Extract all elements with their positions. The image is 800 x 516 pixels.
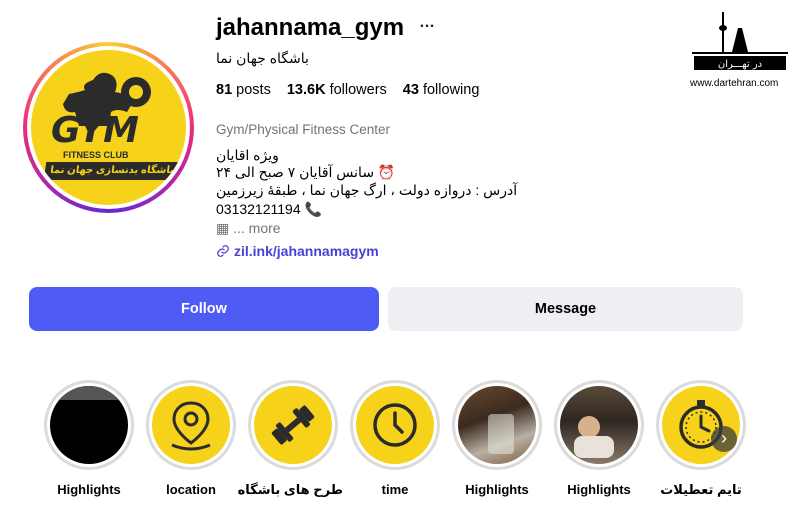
highlight-label: location [166,482,216,497]
watermark-brand: در تهـــران [718,59,762,70]
logo-subtitle: FITNESS CLUB [63,150,129,160]
followers-count: 13.6K [286,82,326,98]
phone-number: 03132121194 [216,201,301,217]
username: jahannama_gym [216,14,405,41]
posts-stat[interactable]: 81 posts [216,82,271,98]
bio-line-2: ⏰ سانس آقایان ۷ صبح الی ۲۴ [216,164,396,180]
highlight-item[interactable]: Highlights [447,380,547,497]
posts-count: 81 [216,82,233,98]
calculator-icon: ▦ [216,220,230,236]
follow-button[interactable]: Follow [29,287,379,331]
full-name: باشگاه جهان نما [216,50,309,66]
following-count: 43 [402,82,419,98]
dartehran-logo: در تهـــران [692,8,788,79]
posts-label: posts [236,82,271,98]
more-link[interactable]: ... more [233,220,280,236]
highlight-cover-image [560,386,638,464]
highlight-item[interactable]: location [141,380,241,497]
highlight-cover-image [458,386,536,464]
highlight-label: Highlights [57,482,121,497]
bio-more[interactable]: ▦ ... more [216,220,281,237]
logo-banner: باشگاه بدنسازی جهان نما [43,162,181,180]
dumbbell-icon [254,386,332,464]
profile-stats: 81 posts 13.6K followers 43 following [216,82,479,98]
highlight-label: تایم تعطیلات [660,482,742,497]
profile-avatar[interactable]: GYM FITNESS CLUB باشگاه بدنسازی جهان نما [23,42,194,213]
followers-stat[interactable]: 13.6K followers [287,82,387,98]
stopwatch-icon [662,386,740,464]
message-button[interactable]: Message [388,287,743,331]
followers-label: followers [329,82,387,98]
phone-icon: 📞 [304,201,322,217]
highlight-label: time [381,482,409,497]
highlight-label: Highlights [567,482,631,497]
category-label: Gym/Physical Fitness Center [216,122,391,137]
highlight-cover-image [50,386,128,464]
bio-phone: 03132121194 📞 [216,201,322,218]
following-stat[interactable]: 43 following [403,82,480,98]
location-pin-icon [152,386,230,464]
watermark-site: www.dartehran.com [690,78,779,89]
highlight-item[interactable]: Highlights [549,380,649,497]
more-options-icon[interactable]: … [419,14,436,32]
chevron-right-icon[interactable]: › [711,426,737,452]
highlight-item[interactable]: طرح های باشگاه [237,380,343,498]
bio-line-3: آدرس : دروازه دولت ، ارگ جهان نما ، طبقه… [216,182,518,198]
highlight-label: طرح های باشگاه [237,482,343,497]
external-link[interactable]: zil.ink/jahannamagym [216,243,379,259]
bio-line-1: ویژه اقایان [216,147,279,163]
highlight-label: Highlights [465,482,529,497]
milad-tower-icon: در تهـــران [692,12,788,70]
clock-icon [356,386,434,464]
gym-logo: GYM FITNESS CLUB باشگاه بدنسازی جهان نما [31,50,186,205]
highlight-item[interactable]: time [345,380,445,497]
logo-text: GYM [51,110,139,151]
link-icon [217,245,229,257]
link-text[interactable]: zil.ink/jahannamagym [234,243,379,259]
highlight-item[interactable]: Highlights [39,380,139,497]
following-label: following [422,82,480,98]
